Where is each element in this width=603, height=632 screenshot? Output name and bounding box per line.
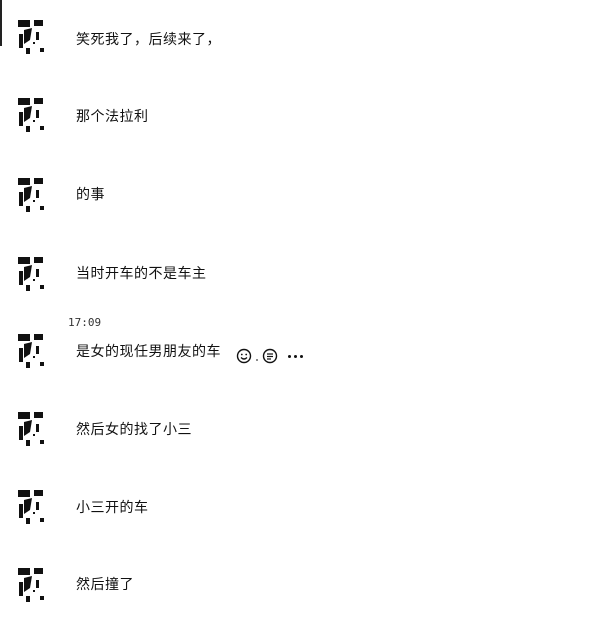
avatar[interactable] [14, 255, 48, 293]
message-text: 然后撞了 [76, 577, 134, 593]
message-row: 小三开的车 [0, 484, 603, 544]
panda-avatar-icon [18, 412, 44, 446]
message-timestamp: 17:09 [68, 316, 102, 329]
quote-icon[interactable] [262, 348, 278, 364]
avatar[interactable] [14, 176, 48, 214]
panda-avatar-icon [18, 98, 44, 132]
message-row: 的事 [0, 170, 603, 230]
message-row: 然后女的找了小三 [0, 406, 603, 466]
message-row: 那个法拉利 [0, 92, 603, 152]
message-row: 当时开车的不是车主 [0, 249, 603, 309]
avatar[interactable] [14, 332, 48, 370]
panda-avatar-icon [18, 257, 44, 291]
message-text: 那个法拉利 [76, 109, 149, 125]
avatar[interactable] [14, 96, 48, 134]
message-text: 的事 [76, 187, 105, 203]
avatar[interactable] [14, 410, 48, 448]
message-text: 是女的现任男朋友的车 [76, 344, 221, 360]
message-text: 然后女的找了小三 [76, 422, 192, 438]
message-row: 笑死我了，后续来了， [0, 14, 603, 74]
message-actions [236, 348, 303, 364]
separator-dot [256, 359, 258, 361]
avatar[interactable] [14, 18, 48, 56]
panda-avatar-icon [18, 334, 44, 368]
panda-avatar-icon [18, 20, 44, 54]
message-text: 小三开的车 [76, 500, 149, 516]
message-text: 笑死我了，后续来了， [76, 32, 221, 48]
panda-avatar-icon [18, 568, 44, 602]
panda-avatar-icon [18, 178, 44, 212]
message-text: 当时开车的不是车主 [76, 266, 207, 282]
panda-avatar-icon [18, 490, 44, 524]
smile-icon[interactable] [236, 348, 252, 364]
message-row: 然后撞了 [0, 562, 603, 622]
avatar[interactable] [14, 566, 48, 604]
avatar[interactable] [14, 488, 48, 526]
more-icon[interactable] [288, 354, 303, 358]
message-row-hovered: 17:09 是女的现任男朋友的车 [0, 314, 603, 374]
